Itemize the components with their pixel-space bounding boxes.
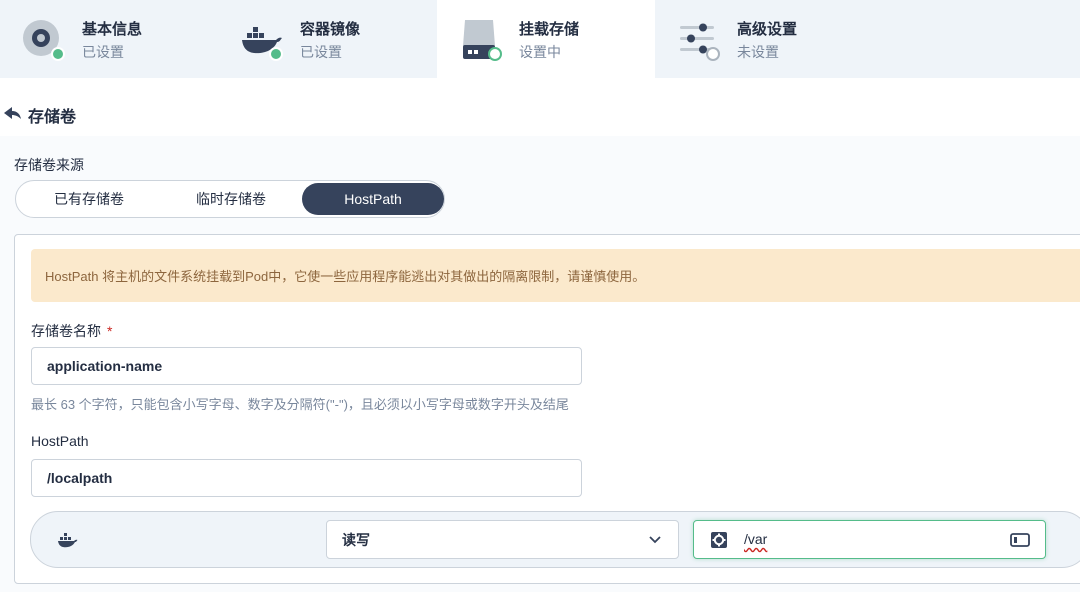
step-container-image[interactable]: 容器镜像 已设置 [218, 0, 436, 78]
hostpath-label: HostPath [31, 433, 89, 449]
access-mode-select[interactable]: 读写 [326, 520, 679, 559]
docker-whale-icon [57, 531, 79, 554]
step-mount-storage[interactable]: 挂载存储 设置中 [437, 0, 655, 78]
volume-name-value: application-name [47, 358, 163, 374]
step-bar: 基本信息 已设置 容器镜像 已设置 挂载存储 设置中 高级设置 未设置 [0, 0, 1080, 78]
status-dot-done [51, 47, 65, 61]
status-dot-in-progress [488, 47, 502, 61]
volume-source-selector: 已有存储卷 临时存储卷 HostPath [15, 180, 445, 218]
step-title: 高级设置 [737, 21, 798, 38]
step-advanced-settings[interactable]: 高级设置 未设置 [655, 0, 873, 78]
mount-path-input[interactable]: /var [693, 520, 1046, 559]
volume-source-label: 存储卷来源 [14, 157, 84, 173]
source-option-existing[interactable]: 已有存储卷 [18, 183, 160, 215]
step-basic-info[interactable]: 基本信息 已设置 [0, 0, 218, 78]
chevron-down-icon [648, 532, 662, 549]
required-mark: * [107, 323, 113, 339]
status-dot-done [269, 47, 283, 61]
step-status: 设置中 [519, 44, 561, 60]
volume-name-hint: 最长 63 个字符，只能包含小写字母、数字及分隔符("-")，且必须以小写字母或… [31, 397, 569, 412]
volume-name-input[interactable]: application-name [31, 347, 582, 385]
status-dot-pending [706, 47, 720, 61]
hostpath-input[interactable]: /localpath [31, 459, 582, 497]
step-status: 已设置 [82, 44, 124, 60]
hostpath-warning: HostPath 将主机的文件系统挂载到Pod中，它使一些应用程序能逃出对其做出… [31, 249, 1080, 302]
source-option-hostpath[interactable]: HostPath [302, 183, 444, 215]
step-title: 容器镜像 [300, 21, 361, 38]
input-autofill-icon[interactable] [1010, 533, 1030, 552]
gear-icon [710, 531, 728, 554]
hostpath-value: /localpath [47, 470, 113, 486]
step-status: 未设置 [737, 44, 779, 60]
source-option-temporary[interactable]: 临时存储卷 [160, 183, 302, 215]
back-button[interactable]: 存储卷 [4, 104, 84, 126]
volume-name-label-text: 存储卷名称 [31, 323, 101, 339]
access-mode-value: 读写 [342, 531, 370, 548]
step-title: 基本信息 [82, 21, 143, 38]
mount-path-value: /var [744, 531, 768, 547]
page-title: 存储卷 [28, 109, 77, 126]
step-title: 挂载存储 [519, 21, 580, 38]
back-arrow-icon [4, 106, 22, 124]
volume-name-label: 存储卷名称 * [31, 321, 112, 341]
step-status: 已设置 [300, 44, 342, 60]
